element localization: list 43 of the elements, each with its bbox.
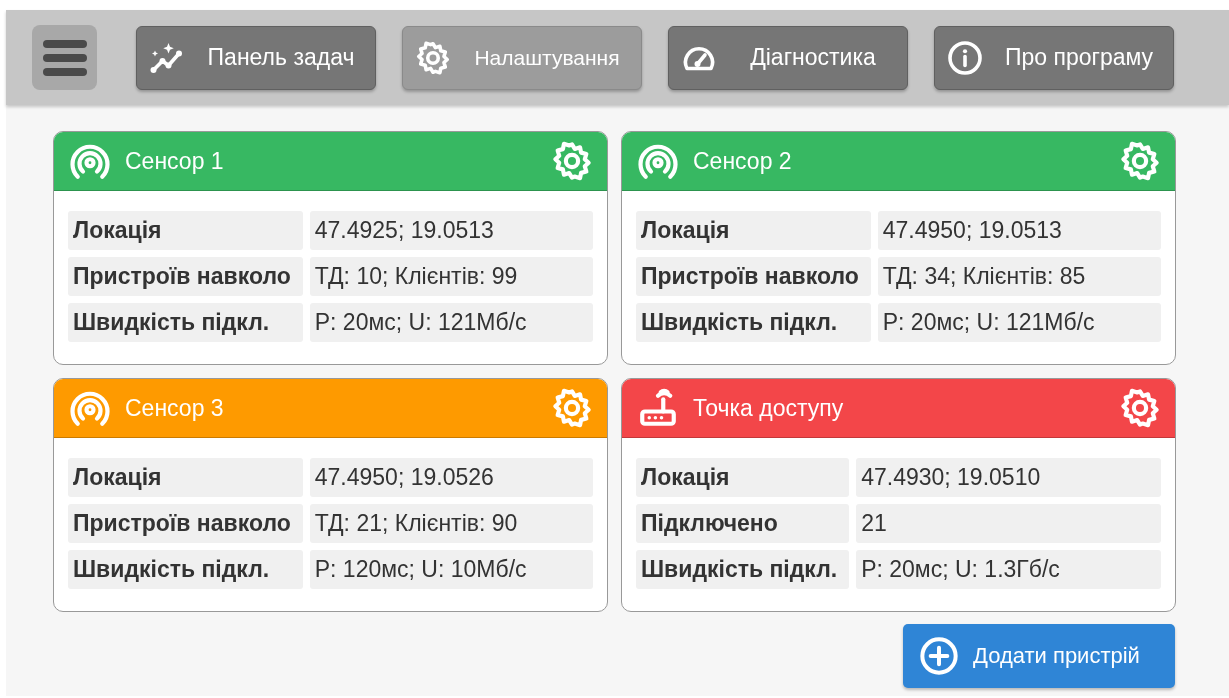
field-label: Локація: [68, 458, 303, 497]
field-label: Локація: [636, 458, 850, 497]
info-icon: [947, 39, 983, 76]
nav-button[interactable]: Панель задач: [136, 25, 376, 90]
field-label: Швидкість підкл.: [636, 550, 850, 589]
field-value: 47.4950; 19.0513: [877, 211, 1161, 250]
field-value: P: 20мс; U: 121Мб/с: [309, 303, 593, 342]
field-label: Швидкість підкл.: [68, 303, 303, 342]
card-title: Сенсор 1: [125, 147, 225, 175]
settings-icon[interactable]: [551, 140, 593, 182]
nav-button[interactable]: Налаштування: [402, 25, 642, 90]
field-value: P: 120мс; U: 10Мб/с: [309, 550, 593, 589]
router-icon: [637, 387, 679, 429]
field-label: Пристроїв навколо: [68, 257, 303, 296]
field-value: 47.4950; 19.0526: [309, 458, 593, 497]
settings-icon[interactable]: [1119, 140, 1161, 182]
field-value: 21: [856, 504, 1161, 543]
field-value: ТД: 10; Клієнтів: 99: [309, 257, 593, 296]
field-value: ТД: 21; Клієнтів: 90: [309, 504, 593, 543]
settings-icon[interactable]: [551, 387, 593, 429]
field-label: Пристроїв навколо: [68, 504, 303, 543]
menu-button[interactable]: [32, 25, 97, 90]
card-title: Сенсор 3: [125, 394, 225, 422]
card-title: Точка доступу: [693, 394, 845, 422]
field-label: Локація: [68, 211, 303, 250]
field-value: ТД: 34; Клієнтів: 85: [877, 257, 1161, 296]
nav-button[interactable]: Про програму: [934, 25, 1174, 90]
field-value: P: 20мс; U: 121Мб/с: [877, 303, 1161, 342]
field-value: 47.4925; 19.0513: [309, 211, 593, 250]
field-label: Локація: [636, 211, 871, 250]
field-label: Швидкість підкл.: [636, 303, 871, 342]
field-value: 47.4930; 19.0510: [856, 458, 1161, 497]
card-title: Сенсор 2: [693, 147, 793, 175]
menu-icon: [42, 37, 87, 78]
field-value: P: 20мс; U: 1.3Гб/с: [856, 550, 1161, 589]
add-device-button[interactable]: Додати пристрій: [903, 624, 1175, 688]
nav-button[interactable]: Діагностика: [668, 25, 908, 90]
settings-icon: [415, 39, 451, 76]
field-label: Швидкість підкл.: [68, 550, 303, 589]
settings-icon[interactable]: [1119, 387, 1161, 429]
field-label: Пристроїв навколо: [636, 257, 871, 296]
field-label: Підключено: [636, 504, 850, 543]
add-icon: [919, 636, 959, 676]
